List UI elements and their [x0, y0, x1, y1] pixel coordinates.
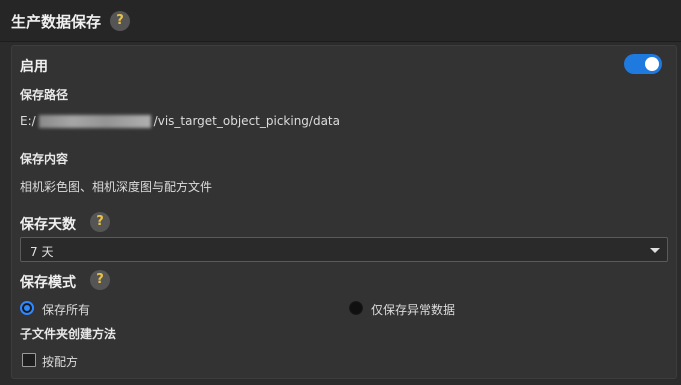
save-content-label: 保存内容 [20, 152, 69, 166]
subfolder-option-label: 按配方 [42, 355, 79, 369]
section-header: 生产数据保存 ? [0, 0, 681, 42]
radio-selected-icon [20, 301, 34, 315]
enable-label: 启用 [20, 59, 48, 75]
save-days-label: 保存天数 [20, 217, 76, 233]
toggle-knob [645, 57, 659, 71]
checkbox-icon [22, 353, 36, 367]
chevron-down-icon [650, 248, 660, 253]
save-days-selected: 7 天 [30, 245, 54, 259]
help-icon[interactable]: ? [110, 11, 130, 31]
save-path-prefix: E:/ [20, 114, 36, 128]
save-path-label: 保存路径 [20, 88, 69, 102]
save-path-value: E:/ /vis_target_object_picking/data [20, 114, 340, 128]
settings-panel: 启用 保存路径 E:/ /vis_target_object_picking/da… [11, 45, 677, 379]
subfolder-by-recipe-checkbox[interactable]: 按配方 [20, 352, 100, 369]
enable-toggle[interactable] [624, 54, 662, 74]
section-title: 生产数据保存 [11, 13, 102, 31]
help-icon[interactable]: ? [90, 270, 110, 290]
radio-save-abnormal-only[interactable]: 仅保存异常数据 [349, 300, 489, 317]
save-days-select[interactable]: 7 天 [20, 237, 668, 262]
radio-save-abnormal-label: 仅保存异常数据 [371, 303, 456, 317]
radio-save-all[interactable]: 保存所有 [20, 300, 140, 317]
save-content-value: 相机彩色图、相机深度图与配方文件 [20, 180, 213, 194]
help-icon[interactable]: ? [90, 212, 110, 232]
redacted-path-segment [38, 115, 151, 128]
save-mode-label: 保存模式 [20, 275, 76, 291]
subfolder-label: 子文件夹创建方法 [20, 327, 117, 341]
radio-save-all-label: 保存所有 [42, 303, 91, 317]
radio-unselected-icon [349, 301, 363, 315]
save-path-suffix: /vis_target_object_picking/data [153, 114, 340, 128]
